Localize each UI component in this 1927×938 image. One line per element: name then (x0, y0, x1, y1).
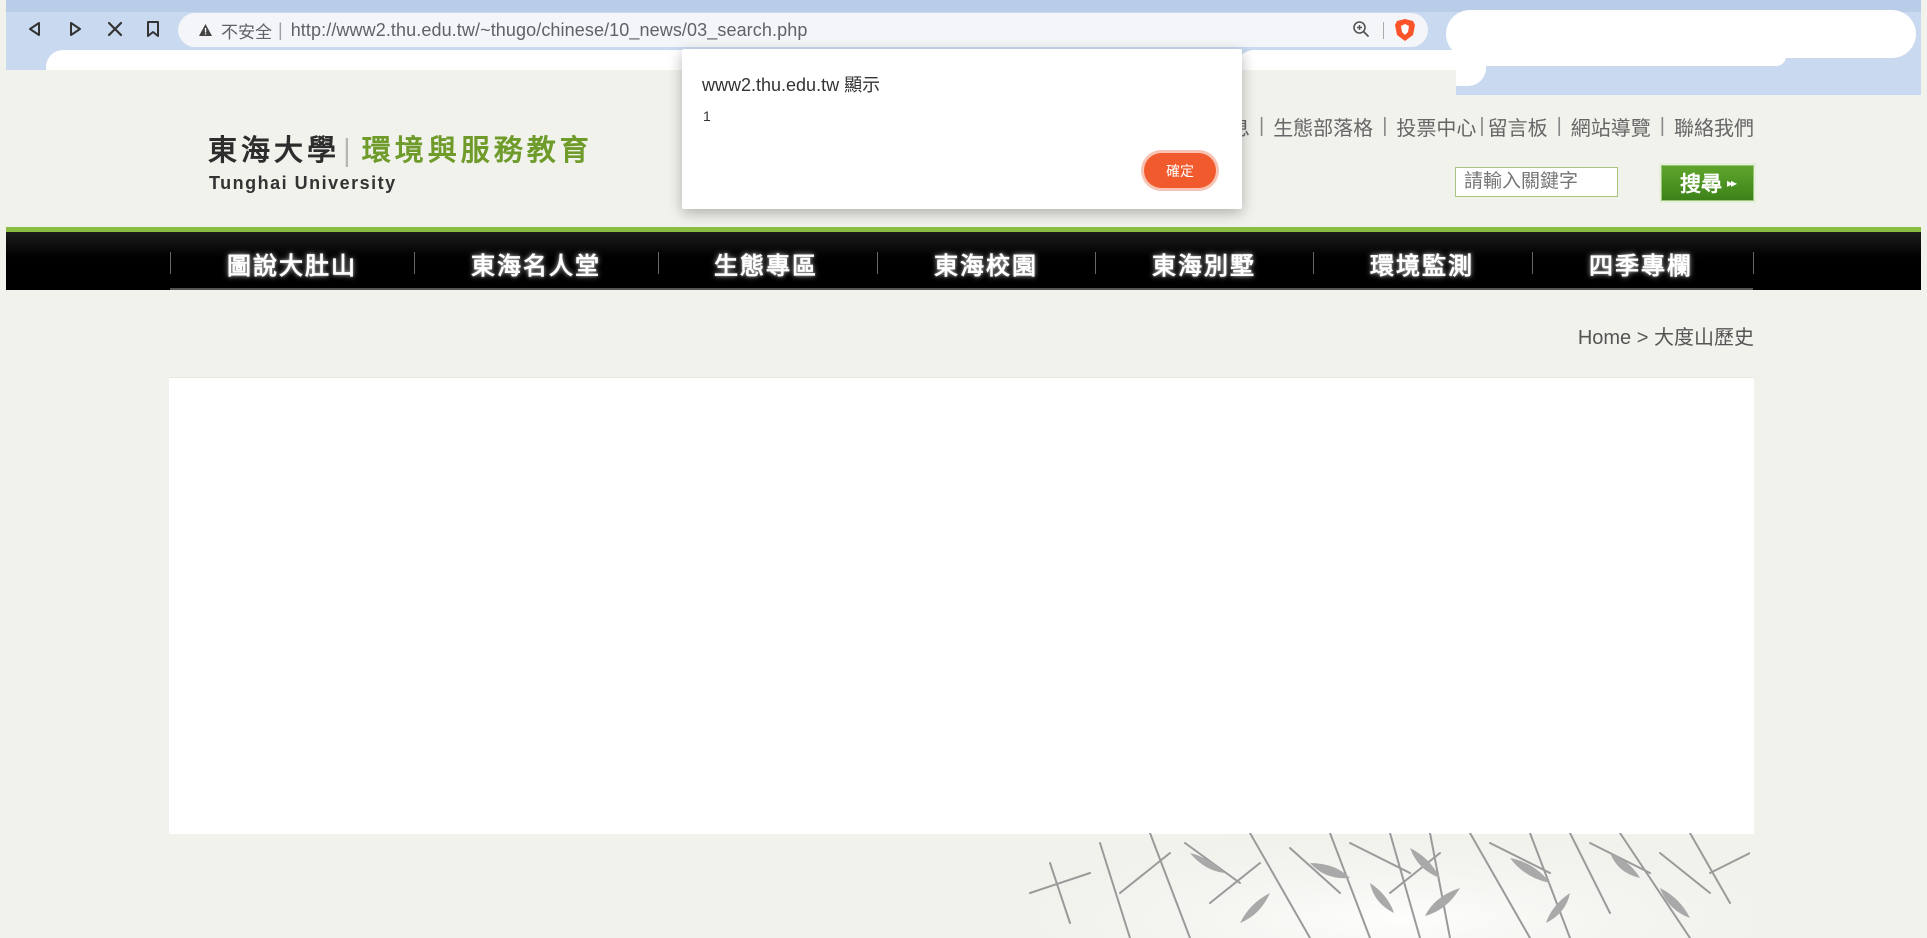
nav-divider (1753, 252, 1754, 274)
top-link-vote-center[interactable]: 投票中心 (1396, 112, 1476, 141)
nav-divider (1532, 252, 1533, 274)
breadcrumb-current: 大度山歷史 (1654, 327, 1754, 349)
top-link-guestbook[interactable]: 留言板 (1488, 112, 1548, 141)
alert-dialog: www2.thu.edu.tw 顯示 1 確定 (682, 49, 1242, 209)
link-separator: | (1659, 115, 1665, 137)
link-separator: | (1479, 115, 1485, 137)
insecure-label: 不安全 (221, 22, 272, 42)
nav-item-monitoring[interactable]: 環境監測 (1342, 246, 1502, 281)
redaction-scribble (1466, 46, 1786, 66)
content-area (169, 377, 1754, 834)
address-separator: | (278, 19, 283, 40)
stop-icon[interactable] (102, 16, 128, 42)
nav-item-ecology[interactable]: 生態專區 (686, 246, 846, 281)
dialog-message: 1 (703, 108, 711, 124)
brave-shield-icon[interactable] (1394, 18, 1416, 47)
nav-divider (1313, 252, 1314, 274)
search-button[interactable]: 搜尋 ▸▸ (1661, 165, 1754, 201)
top-link-sitemap[interactable]: 網站導覽 (1571, 112, 1651, 141)
nav-item-seasons[interactable]: 四季專欄 (1561, 246, 1721, 281)
nav-divider (414, 252, 415, 274)
top-links: 息 | 生態部落格 | 投票中心 | 留言板 | 網站導覽 | 聯絡我們 (1230, 112, 1754, 141)
site-logo-chinese[interactable]: 東海大學| 環境與服務教育 (208, 127, 593, 169)
main-nav: 圖說大肚山 東海名人堂 生態專區 東海校園 東海別墅 環境監測 四季專欄 (6, 232, 1921, 290)
double-arrow-icon: ▸▸ (1726, 176, 1737, 190)
ok-button[interactable]: 確定 (1144, 153, 1216, 188)
link-separator: | (1556, 115, 1562, 137)
nav-divider (658, 252, 659, 274)
dialog-title: www2.thu.edu.tw 顯示 (702, 75, 881, 95)
link-separator: | (1258, 115, 1265, 137)
search-input[interactable] (1455, 167, 1618, 197)
breadcrumb-arrow: > (1636, 327, 1649, 349)
nav-divider (877, 252, 878, 274)
address-divider (1383, 22, 1384, 39)
address-bar[interactable]: 不安全 | http://www2.thu.edu.tw/~thugo/chin… (178, 13, 1428, 47)
bookmark-icon[interactable] (140, 16, 166, 42)
nav-item-hall-of-fame[interactable]: 東海名人堂 (456, 246, 616, 281)
nav-item-villa[interactable]: 東海別墅 (1124, 246, 1284, 281)
breadcrumb-home[interactable]: Home (1578, 327, 1631, 349)
link-separator: | (1382, 115, 1388, 137)
top-link-eco-blog[interactable]: 生態部落格 (1273, 112, 1373, 141)
logo-divider: | (342, 133, 356, 167)
url-text[interactable]: http://www2.thu.edu.tw/~thugo/chinese/10… (291, 20, 808, 41)
nav-divider (170, 252, 171, 274)
breadcrumb: Home > 大度山歷史 (1578, 321, 1754, 350)
top-link-contact[interactable]: 聯絡我們 (1674, 112, 1754, 141)
nav-bottom-line (170, 288, 1753, 290)
logo-university-name: 東海大學 (208, 133, 341, 167)
bamboo-decoration (1020, 833, 1750, 938)
site-logo-english: Tunghai University (209, 173, 397, 193)
forward-icon[interactable] (62, 16, 88, 42)
nav-item-dadu-mountain[interactable]: 圖說大肚山 (212, 246, 372, 281)
nav-item-campus[interactable]: 東海校園 (906, 246, 1066, 281)
logo-department-name: 環境與服務教育 (361, 133, 593, 167)
warning-icon (198, 23, 213, 37)
zoom-icon[interactable] (1352, 20, 1370, 43)
back-icon[interactable] (22, 16, 48, 42)
nav-divider (1095, 252, 1096, 274)
search-button-label: 搜尋 (1679, 173, 1722, 196)
